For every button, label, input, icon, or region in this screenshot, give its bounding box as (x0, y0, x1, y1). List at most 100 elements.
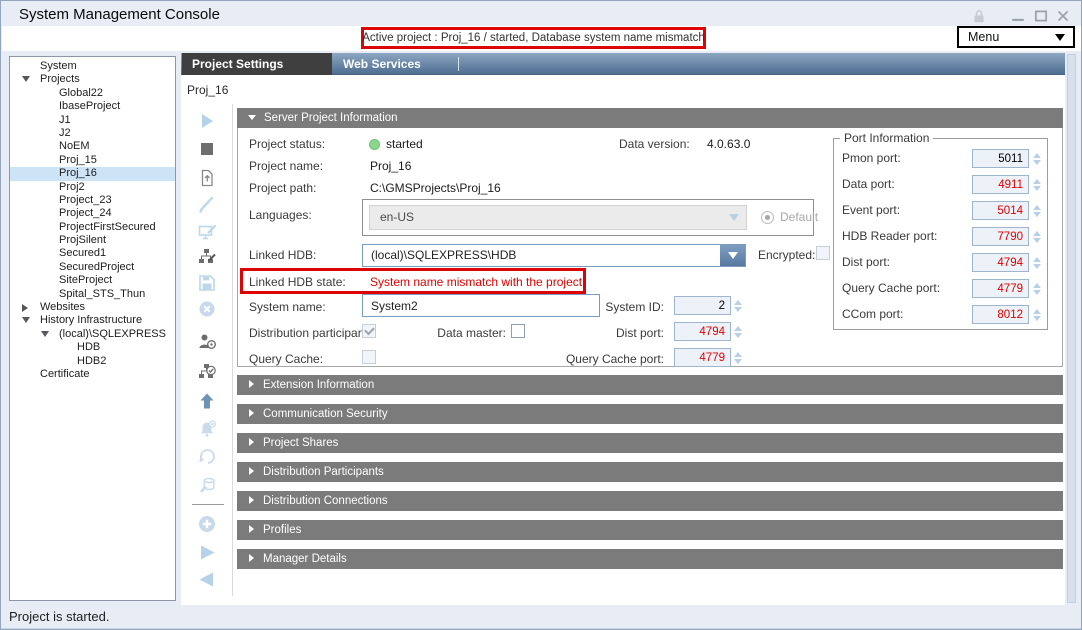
tab-separator (458, 57, 459, 71)
tree-item-label: SecuredProject (59, 261, 134, 273)
save-icon[interactable] (196, 272, 218, 294)
status-started-icon (369, 139, 380, 150)
event-port-stepper[interactable] (1031, 201, 1042, 220)
tree-item-hdb[interactable]: HDB (10, 341, 175, 354)
tree-item-project-23[interactable]: Project_23 (10, 194, 175, 207)
tree-item-websites[interactable]: Websites (10, 301, 175, 314)
dist-port-stepper[interactable] (732, 322, 743, 341)
pmon-port-stepper[interactable] (1031, 149, 1042, 168)
collapse-arrow-icon[interactable] (22, 317, 30, 323)
tree-item-history-infrastructure[interactable]: History Infrastructure (10, 314, 175, 327)
add-icon[interactable] (196, 513, 218, 535)
tree-item-ibaseproject[interactable]: IbaseProject (10, 100, 175, 113)
tree-item-certificate[interactable]: Certificate (10, 368, 175, 381)
collapse-arrow-icon[interactable] (41, 331, 49, 337)
tab-web-services-settings[interactable]: Web Services Settings (333, 53, 459, 75)
tree-item-system[interactable]: System (10, 60, 175, 73)
disable-notifications-icon[interactable] (196, 418, 218, 440)
event-port-field[interactable]: 5014 (972, 201, 1029, 220)
cancel-icon[interactable] (196, 298, 218, 320)
distribution-check-icon[interactable] (196, 361, 218, 383)
tree-item-j1[interactable]: J1 (10, 114, 175, 127)
port-information-title: Port Information (840, 131, 933, 145)
data-port-stepper[interactable] (1031, 175, 1042, 194)
chevron-down-icon (1055, 34, 1065, 41)
data-master-checkbox[interactable] (511, 324, 525, 338)
linked-hdb-combobox[interactable]: (local)\SQLEXPRESS\HDB (362, 244, 746, 267)
edit-distribution-icon[interactable] (196, 246, 218, 268)
close-button[interactable] (1055, 8, 1071, 24)
next-icon[interactable] (196, 541, 218, 563)
profiles-section-header[interactable]: Profiles (237, 520, 1063, 540)
upgrade-project-icon[interactable] (196, 390, 218, 412)
menu-dropdown[interactable]: Menu (957, 26, 1075, 48)
section-title: Profiles (263, 524, 301, 536)
collapse-arrow-icon (248, 115, 256, 120)
tree-item-projects[interactable]: Projects (10, 73, 175, 86)
tree-item-projectfirstsecured[interactable]: ProjectFirstSecured (10, 221, 175, 234)
maximize-button[interactable] (1033, 8, 1049, 24)
minimize-button[interactable] (1010, 8, 1026, 24)
lock-icon[interactable] (971, 8, 987, 24)
dist-port-stepper[interactable] (1031, 253, 1042, 272)
system-id-field[interactable]: 2 (674, 296, 731, 315)
tab-project-settings[interactable]: Project Settings (182, 53, 332, 75)
linked-hdb-dropdown-button[interactable] (720, 245, 745, 266)
tree-item-spital-sts-thun[interactable]: Spital_STS_Thun (10, 288, 175, 301)
project-name-caption: Proj_16 (187, 83, 228, 97)
tree-item-proj-15[interactable]: Proj_15 (10, 154, 175, 167)
menu-label: Menu (968, 30, 1055, 44)
query-cache-port-field[interactable]: 4779 (972, 279, 1029, 298)
data-master-label: Data master: (416, 326, 506, 340)
data-version-label: Data version: (619, 137, 690, 151)
previous-icon[interactable] (196, 568, 218, 590)
start-project-icon[interactable] (196, 110, 218, 132)
tree-item-j2[interactable]: J2 (10, 127, 175, 140)
data-port-field[interactable]: 4911 (972, 175, 1029, 194)
extension-information-section-header[interactable]: Extension Information (237, 375, 1063, 395)
query-cache-port-stepper[interactable] (732, 348, 743, 367)
hdb-reader-port-field[interactable]: 7790 (972, 227, 1029, 246)
cleanup-icon[interactable] (196, 445, 218, 467)
ccom-port-field[interactable]: 8012 (972, 305, 1029, 324)
tree-item-noem[interactable]: NoEM (10, 140, 175, 153)
tree-item-proj-16[interactable]: Proj_16 (10, 167, 175, 180)
tree-item-local-sqlexpress[interactable]: (local)\SQLEXPRESS (10, 328, 175, 341)
system-id-stepper[interactable] (732, 296, 743, 315)
toolbar-separator (192, 504, 224, 505)
edit-project-icon[interactable] (196, 194, 218, 216)
ccom-port-stepper[interactable] (1031, 305, 1042, 324)
tree-item-proj2[interactable]: Proj2 (10, 181, 175, 194)
tree-item-global22[interactable]: Global22 (10, 87, 175, 100)
communication-security-section-header[interactable]: Communication Security (237, 404, 1063, 424)
tree-item-hdb2[interactable]: HDB2 (10, 355, 175, 368)
tree-item-project-24[interactable]: Project_24 (10, 207, 175, 220)
query-cache-port-field[interactable]: 4779 (674, 348, 731, 367)
section-title: Extension Information (263, 379, 374, 391)
dist-port-field[interactable]: 4794 (972, 253, 1029, 272)
project-status-value: started (386, 137, 423, 151)
vertical-scrollbar[interactable] (1067, 54, 1076, 603)
edit-station-icon[interactable] (196, 221, 218, 243)
collapse-arrow-icon[interactable] (22, 76, 30, 82)
tree-item-siteproject[interactable]: SiteProject (10, 274, 175, 287)
tree-item-secured1[interactable]: Secured1 (10, 247, 175, 260)
tree-item-projsilent[interactable]: ProjSilent (10, 234, 175, 247)
distribution-participants-section-header[interactable]: Distribution Participants (237, 462, 1063, 482)
user-credentials-icon[interactable] (196, 331, 218, 353)
manager-details-section-header[interactable]: Manager Details (237, 549, 1063, 569)
dist-port-field[interactable]: 4794 (674, 322, 731, 341)
query-cache-port-stepper[interactable] (1031, 279, 1042, 298)
server-project-information-section-header[interactable]: Server Project Information (237, 108, 1063, 128)
stop-project-icon[interactable] (196, 138, 218, 160)
clear-database-icon[interactable] (196, 473, 218, 495)
linked-hdb-state-value: System name mismatch with the project (370, 275, 582, 289)
hdb-reader-port-stepper[interactable] (1031, 227, 1042, 246)
distribution-connections-section-header[interactable]: Distribution Connections (237, 491, 1063, 511)
project-shares-section-header[interactable]: Project Shares (237, 433, 1063, 453)
tree-item-securedproject[interactable]: SecuredProject (10, 261, 175, 274)
query-cache-port-label: Query Cache port: (842, 281, 940, 295)
pmon-port-field[interactable]: 5011 (972, 149, 1029, 168)
restore-project-icon[interactable] (196, 167, 218, 189)
expand-arrow-icon[interactable] (22, 304, 28, 312)
